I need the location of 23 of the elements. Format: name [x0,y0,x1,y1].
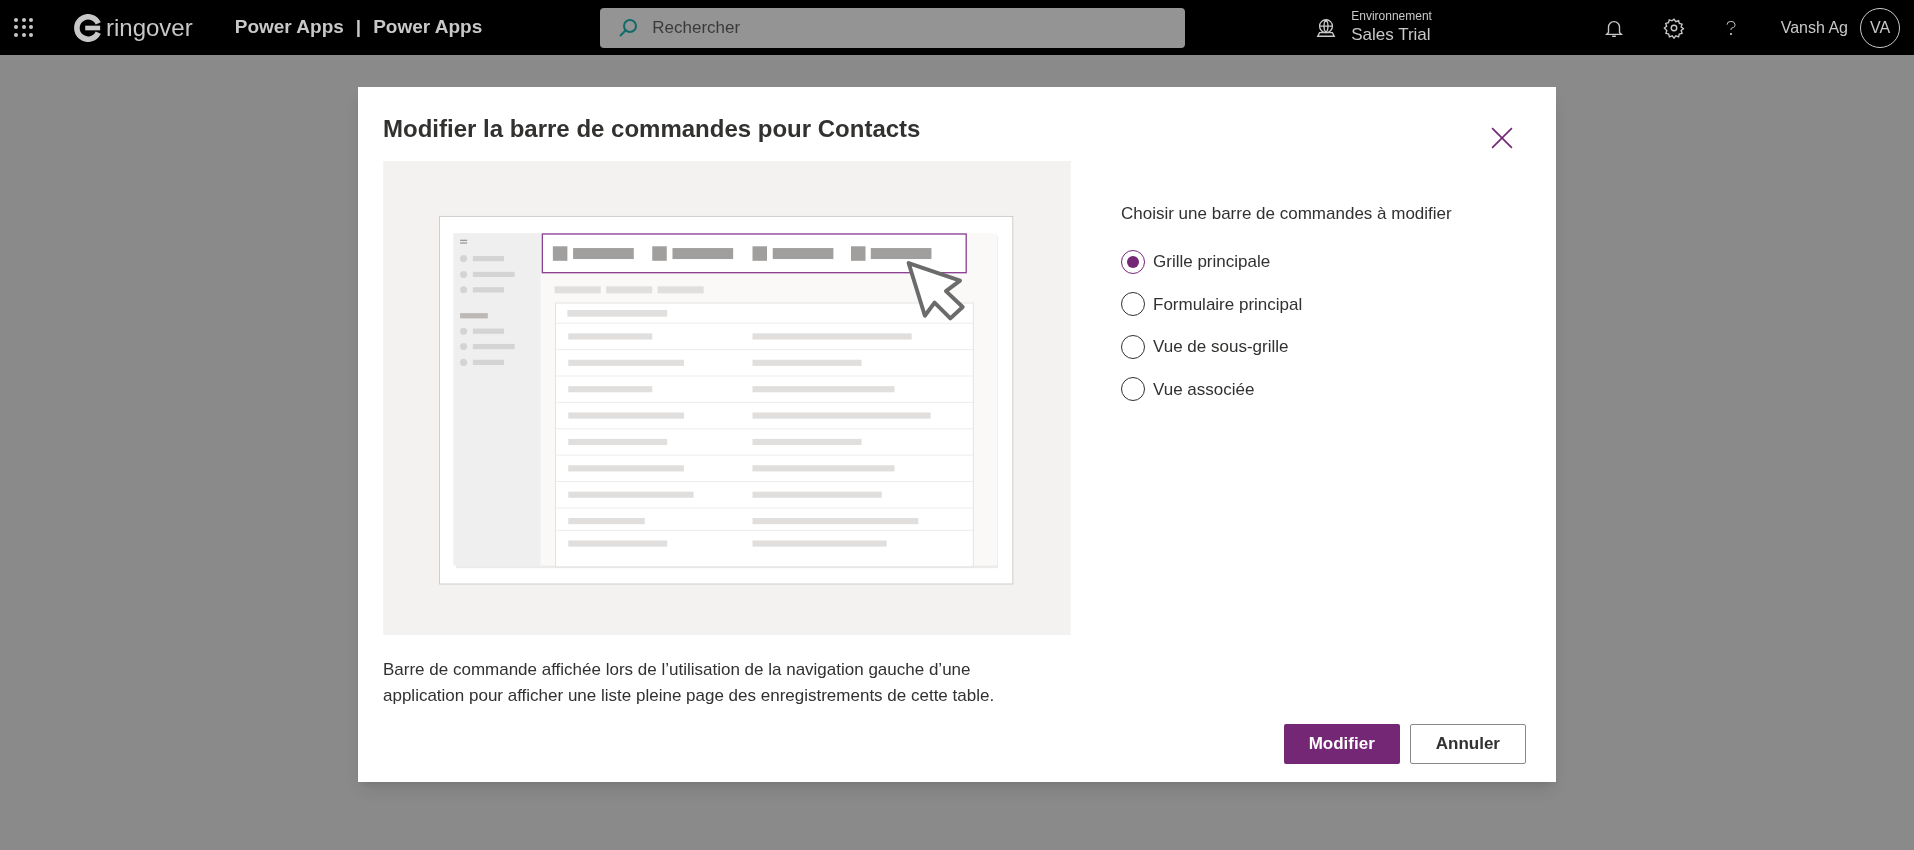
settings-icon[interactable] [1662,16,1685,39]
logo-icon [74,13,102,42]
primary-button[interactable]: Modifier [1283,724,1400,764]
radio-option[interactable]: Vue de sous-grille [1121,325,1452,368]
globe-icon [1315,16,1338,39]
title-separator: | [355,15,362,40]
radio-option[interactable]: Formulaire principal [1121,283,1452,326]
radio-option[interactable]: Vue associée [1121,368,1452,411]
dialog-description: Barre de commande affichée lors de l’utilisation de la navigation gauche d’une application pour afficher une liste pleine page des enregistrements de cette table. [383,659,996,707]
options-label: Choisir une barre de commandes à modifier [1121,203,1452,225]
close-icon[interactable] [1491,127,1513,149]
dialog-title: Modifier la barre de commandes pour Contacts [383,114,921,144]
search-field[interactable]: Rechercher [600,7,1186,48]
app-name: Power Apps [373,15,483,40]
search-icon [618,17,639,38]
app-title: Power Apps [234,15,344,40]
environment-name[interactable]: Sales Trial [1351,24,1432,46]
brand-name: ringover [106,12,193,43]
radio-option[interactable]: Grille principale [1121,240,1452,283]
secondary-button[interactable]: Annuler [1409,724,1526,764]
environment-label: Environnement [1351,9,1432,25]
user-name[interactable]: Vansh Ag [1780,15,1848,40]
app-launcher-icon[interactable] [14,17,34,38]
